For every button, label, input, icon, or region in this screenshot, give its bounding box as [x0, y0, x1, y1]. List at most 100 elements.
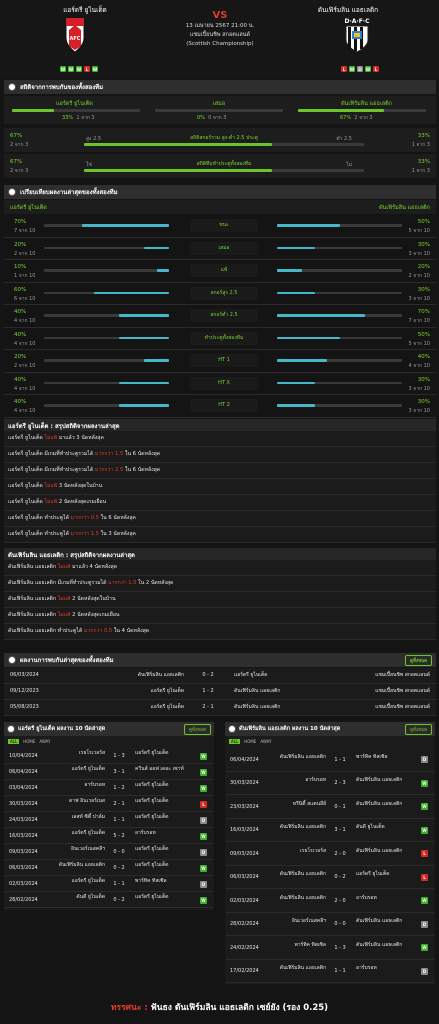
away-team[interactable]: ดันดี ยูไนเต็ด	[356, 824, 416, 831]
view-all-button[interactable]: ดูทั้งหมด	[405, 723, 432, 735]
away-team-name[interactable]: ดันเฟิร์มลิน แอธเลติก	[288, 5, 408, 15]
away-team[interactable]: ดันเฟิร์มลิน แอธเลติก	[356, 848, 416, 855]
home-team[interactable]: แอร์ดรี ยูไนเต็ด	[45, 878, 106, 885]
away-team[interactable]: แอร์ดรี ยูไนเต็ด	[135, 894, 195, 901]
away-team[interactable]: ดันเฟิร์มลิน แอธเลติก	[234, 700, 280, 716]
match-row[interactable]: 28/02/2024 อินเวอร์เนสคลีฯ 0 - 0 ดันเฟิร…	[226, 913, 434, 936]
match-row[interactable]: 16/03/2024 แอร์ดรี ยูไนเต็ด 5 - 2 อาร์บร…	[5, 828, 213, 844]
away-team[interactable]: ดันเฟิร์มลิน แอธเลติก	[356, 801, 416, 808]
match-row[interactable]: 30/03/2024 ดาฟ อินเวอร์เนส 2 - 1 แอร์ดรี…	[5, 796, 213, 812]
summary-rest: ใน 6 นัดหลังสุด	[124, 467, 161, 473]
tab-all[interactable]: ALL	[229, 739, 241, 744]
home-bar	[119, 314, 169, 317]
match-row[interactable]: 10/04/2024 เรธโรเวอร์ส 1 - 3 แอร์ดรี ยูไ…	[5, 748, 213, 764]
match-row[interactable]: 09/03/2024 อินเวอร์เนสคลีฯ 0 - 0 แอร์ดรี…	[5, 844, 213, 860]
home-team[interactable]: ดันเฟิร์มลิน แอธเลติก	[45, 862, 105, 869]
league-name[interactable]: แชมเปี้ยนชิพ สกอตแลนด์ (Scottish Champio…	[178, 31, 262, 49]
home-team[interactable]: ดาฟ อินเวอร์เนส	[45, 798, 105, 805]
home-team[interactable]: แอร์ดรี ยูไนเต็ด	[45, 766, 106, 773]
away-team[interactable]: ดันเฟิร์มลิน แอธเลติก	[356, 942, 416, 949]
summary-row: ดันเฟิร์มลิน แอธเลติก ไม่แพ้ 2 นัดหลังสุ…	[4, 608, 436, 624]
home-team[interactable]: ดันเฟิร์มลิน แอธเลติก	[266, 871, 326, 878]
home-team[interactable]: ดันเฟิร์มลิน แอธเลติก	[266, 965, 326, 972]
view-all-button[interactable]: ดูทั้งหมด	[405, 654, 432, 666]
summary-highlight: ไม่แพ้	[57, 596, 71, 602]
home-team[interactable]: แอร์ดรี ยูไนเต็ด	[64, 700, 185, 716]
right-pct: 33%	[417, 133, 430, 139]
view-all-button[interactable]: ดูทั้งหมด	[184, 723, 211, 735]
home-team-name[interactable]: แอร์ดรี ยูไนเต็ด	[25, 5, 145, 15]
home-team[interactable]: เรธโรเวอร์ส	[45, 750, 105, 757]
away-team[interactable]: ดันเฟิร์มลิน แอธเลติก	[234, 684, 280, 700]
match-date: 03/04/2024	[9, 785, 38, 791]
form-badge: W	[349, 66, 355, 72]
match-row[interactable]: 23/03/2024 ทรีนิตี้ สแตนลีย์ 0 - 1 ดันเฟ…	[226, 795, 434, 819]
away-team[interactable]: อาร์บรอท	[356, 895, 416, 902]
away-team[interactable]: พาร์ทิค ทิสเซิล	[135, 878, 195, 885]
result-badge: W	[200, 752, 207, 760]
away-team[interactable]: แอร์ดรี ยูไนเต็ด	[356, 871, 416, 878]
away-team[interactable]: ดันเฟิร์มลิน แอธเลติก	[356, 918, 416, 925]
home-team[interactable]: พาร์ทิค ทิสเซิล	[266, 942, 326, 949]
away-team[interactable]: อาร์บรอท	[356, 965, 416, 972]
tab-home[interactable]: HOME	[244, 739, 256, 744]
home-team-crest[interactable]: AFC	[63, 16, 87, 54]
match-row[interactable]: 03/04/2024 อาร์บรอท 1 - 2 แอร์ดรี ยูไนเต…	[5, 780, 213, 796]
away-team[interactable]: แอร์ดรี ยูไนเต็ด	[234, 668, 268, 684]
away-team[interactable]: แอร์ดรี ยูไนเต็ด	[135, 862, 195, 869]
away-team-crest[interactable]: D·A·F·C	[340, 15, 374, 55]
match-row[interactable]: 02/03/2024 แอร์ดรี ยูไนเต็ด 1 - 1 พาร์ทิ…	[5, 876, 213, 892]
summary-rest: มาแล้ว 4 นัดหลังสุด	[72, 564, 118, 570]
league: แชมเปี้ยนชิพ สกอตแลนด์	[375, 704, 430, 710]
h2h-row[interactable]: 06/03/2024 ดันเฟิร์มลิน แอธเลติก 0 - 2 แ…	[4, 668, 436, 684]
away-team[interactable]: ควีนส์ ออฟ เดอะ เซาท์	[135, 766, 195, 773]
home-team[interactable]: อินเวอร์เนสคลีฯ	[266, 918, 326, 925]
match-row[interactable]: 30/03/2024 อาร์บรอท 2 - 3 ดันเฟิร์มลิน แ…	[226, 772, 434, 795]
home-team[interactable]: เรธโรเวอร์ส	[266, 848, 326, 855]
away-label: ดันเฟิร์มลิน แอธเลติก	[341, 101, 392, 107]
h2h-row[interactable]: 09/12/2023 แอร์ดรี ยูไนเต็ด 1 - 2 ดันเฟิ…	[4, 684, 436, 700]
match-row[interactable]: 06/03/2024 ดันเฟิร์มลิน แอธเลติก 0 - 2 แ…	[5, 860, 213, 876]
home-team[interactable]: อินเวอร์เนสคลีฯ	[45, 846, 105, 853]
home-team[interactable]: ดันเฟิร์มลิน แอธเลติก	[64, 668, 184, 684]
away-team[interactable]: แอร์ดรี ยูไนเต็ด	[135, 798, 195, 805]
match-date: 16/03/2024	[230, 827, 259, 834]
home-team[interactable]: ดันเฟิร์มลิน แอธเลติก	[266, 824, 326, 831]
h2h-row[interactable]: 05/08/2023 แอร์ดรี ยูไนเต็ด 2 - 1 ดันเฟิ…	[4, 700, 436, 716]
match-row[interactable]: 17/02/2024 ดันเฟิร์มลิน แอธเลติก 1 - 1 อ…	[226, 960, 434, 983]
match-row[interactable]: 06/03/2024 ดันเฟิร์มลิน แอธเลติก 0 - 2 แ…	[226, 866, 434, 889]
tab-away[interactable]: AWAY	[39, 739, 50, 744]
home-team[interactable]: ดันดี ยูไนเต็ด	[45, 894, 105, 901]
away-team[interactable]: แอร์ดรี ยูไนเต็ด	[135, 750, 195, 757]
home-team[interactable]: ดันเฟิร์มลิน แอธเลติก	[266, 754, 326, 761]
away-team[interactable]: ดันเฟิร์มลิน แอธเลติก	[356, 777, 416, 784]
score: 5 - 2	[113, 833, 125, 839]
tab-home[interactable]: HOME	[23, 739, 35, 744]
home-team[interactable]: ทรีนิตี้ สแตนลีย์	[266, 801, 326, 808]
away-team[interactable]: พาร์ทิค ทิสเซิล	[356, 754, 416, 761]
match-date: 30/03/2024	[9, 801, 38, 807]
away-count: 7 จาก 10	[408, 318, 431, 324]
match-row[interactable]: 28/02/2024 ดันดี ยูไนเต็ด 0 - 2 แอร์ดรี …	[5, 892, 213, 908]
away-team[interactable]: แอร์ดรี ยูไนเต็ด	[135, 814, 195, 821]
home-team[interactable]: ดันเฟิร์มลิน แอธเลติก	[266, 895, 326, 902]
away-team[interactable]: แอร์ดรี ยูไนเต็ด	[135, 782, 195, 789]
compare-label: แพ้	[190, 264, 258, 277]
home-team[interactable]: อาร์บรอท	[45, 782, 105, 789]
away-team[interactable]: อาร์บรอท	[135, 830, 195, 837]
away-team[interactable]: แอร์ดรี ยูไนเต็ด	[135, 846, 195, 853]
match-row[interactable]: 06/04/2024 แอร์ดรี ยูไนเต็ด 3 - 1 ควีนส์…	[5, 764, 213, 780]
match-row[interactable]: 09/03/2024 เรธโรเวอร์ส 2 - 0 ดันเฟิร์มลิ…	[226, 842, 434, 866]
home-team[interactable]: แอร์ดรี ยูไนเต็ด	[45, 830, 106, 837]
match-row[interactable]: 06/04/2024 ดันเฟิร์มลิน แอธเลติก 1 - 1 พ…	[226, 748, 434, 772]
match-row[interactable]: 16/03/2024 ดันเฟิร์มลิน แอธเลติก 3 - 1 ด…	[226, 819, 434, 842]
match-date: 02/03/2024	[9, 881, 38, 887]
tab-all[interactable]: ALL	[8, 739, 20, 744]
home-team[interactable]: แอร์ดรี ยูไนเต็ด	[64, 684, 185, 700]
match-row[interactable]: 24/03/2024 เลสท์ ซิตี้ ปาล์ม 1 - 1 แอร์ด…	[5, 812, 213, 828]
match-row[interactable]: 02/03/2024 ดันเฟิร์มลิน แอธเลติก 2 - 0 อ…	[226, 889, 434, 913]
tab-away[interactable]: AWAY	[260, 739, 271, 744]
home-team[interactable]: อาร์บรอท	[266, 777, 326, 784]
match-row[interactable]: 24/02/2024 พาร์ทิค ทิสเซิล 1 - 3 ดันเฟิร…	[226, 936, 434, 960]
home-team[interactable]: เลสท์ ซิตี้ ปาล์ม	[45, 814, 105, 821]
